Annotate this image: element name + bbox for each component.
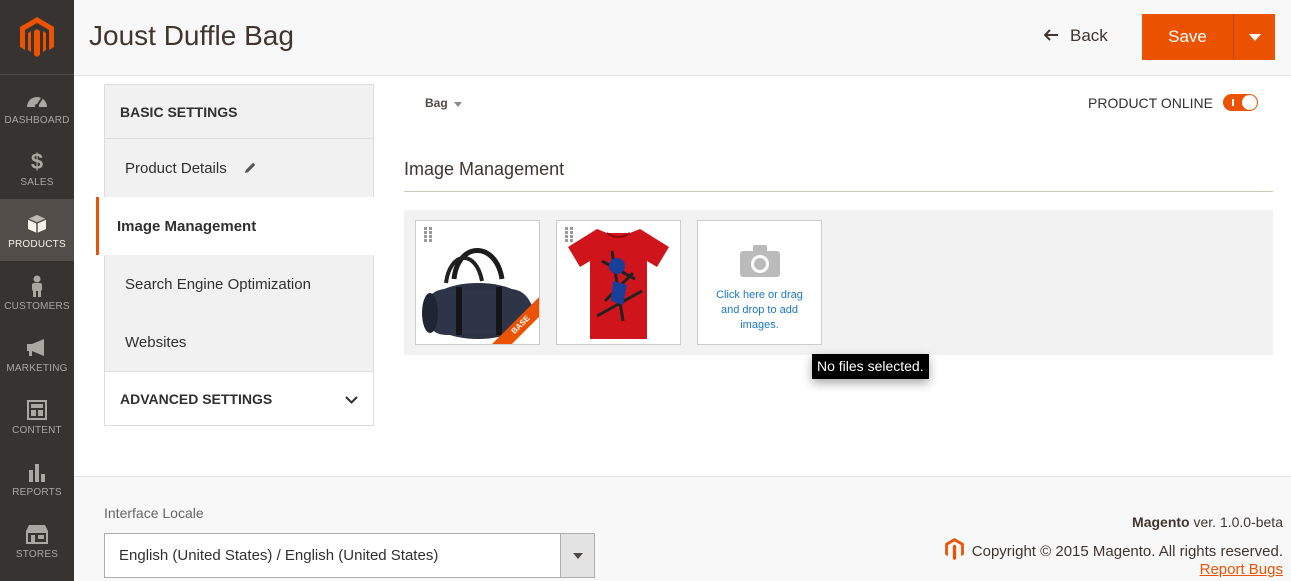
brand-name: Magento	[1132, 514, 1190, 530]
page-footer: Interface Locale English (United States)…	[74, 476, 1291, 581]
page-header: Joust Duffle Bag Back Save	[74, 0, 1291, 76]
chevron-down-icon	[345, 391, 358, 407]
nav-item-sales[interactable]: $ SALES	[0, 137, 74, 199]
advanced-settings-toggle[interactable]: ADVANCED SETTINGS	[104, 371, 374, 426]
dollar-icon: $	[30, 149, 44, 174]
copyright-text: Copyright © 2015 Magento. All rights res…	[971, 542, 1283, 560]
interface-locale-select[interactable]: English (United States) / English (Unite…	[104, 533, 595, 578]
sidebar-item-websites[interactable]: Websites	[105, 313, 373, 371]
tshirt-image	[568, 229, 669, 339]
nav-label: CONTENT	[12, 425, 62, 436]
page-title: Joust Duffle Bag	[89, 20, 294, 51]
layout-icon	[27, 399, 47, 421]
nav-item-content[interactable]: CONTENT	[0, 385, 74, 447]
toggle-on-indicator	[1231, 99, 1234, 106]
arrow-left-icon	[1043, 26, 1058, 46]
attribute-set-select[interactable]: Bag	[425, 96, 462, 110]
sidebar-item-label: Product Details	[125, 159, 227, 177]
nav-label: DASHBOARD	[4, 115, 70, 126]
nav-item-marketing[interactable]: MARKETING	[0, 323, 74, 385]
sidebar-item-label: Image Management	[117, 217, 257, 235]
admin-nav: DASHBOARD $ SALES PRODUCTS CUSTOMERS MAR…	[0, 0, 74, 581]
product-online-label: PRODUCT ONLINE	[1088, 94, 1213, 111]
product-online-toggle[interactable]	[1222, 94, 1258, 111]
advanced-settings-label: ADVANCED SETTINGS	[120, 390, 273, 407]
sidebar-item-label: Search Engine Optimization	[125, 275, 311, 293]
nav-item-customers[interactable]: CUSTOMERS	[0, 261, 74, 323]
back-button[interactable]: Back	[1043, 26, 1108, 46]
product-sections-sidebar: BASIC SETTINGS Product Details Image Man…	[96, 84, 375, 426]
save-button[interactable]: Save	[1142, 14, 1234, 60]
sidebar-item-product-details[interactable]: Product Details	[105, 139, 373, 197]
nav-item-stores[interactable]: STORES	[0, 509, 74, 571]
sidebar-item-image-management[interactable]: Image Management	[96, 197, 375, 255]
file-input-tooltip: No files selected.	[812, 354, 929, 379]
dashboard-icon	[25, 89, 49, 111]
product-online-control: PRODUCT ONLINE	[1088, 94, 1258, 111]
back-button-label: Back	[1070, 26, 1108, 45]
upload-hint: Click here or drag and drop to add image…	[716, 289, 803, 331]
megaphone-icon	[26, 337, 48, 359]
store-icon	[25, 523, 49, 545]
drag-handle-icon[interactable]	[565, 227, 573, 248]
image-gallery: BASE Click here or drag and drop to add …	[404, 210, 1273, 355]
caret-down-icon[interactable]	[560, 534, 594, 577]
product-image-duffle-bag[interactable]: BASE	[415, 220, 540, 345]
magento-logo-icon	[20, 17, 54, 57]
nav-item-reports[interactable]: REPORTS	[0, 447, 74, 509]
box-icon	[27, 213, 47, 235]
nav-label: STORES	[15, 549, 59, 560]
image-upload-dropzone[interactable]: Click here or drag and drop to add image…	[697, 220, 822, 345]
interface-locale-label: Interface Locale	[104, 505, 204, 521]
report-bugs-link[interactable]: Report Bugs	[1200, 561, 1283, 578]
drag-handle-icon[interactable]	[424, 227, 432, 248]
nav-item-dashboard[interactable]: DASHBOARD	[0, 75, 74, 137]
basic-settings-heading: BASIC SETTINGS	[104, 84, 374, 139]
camera-icon	[739, 243, 781, 282]
sidebar-item-seo[interactable]: Search Engine Optimization	[105, 255, 373, 313]
pencil-icon	[243, 161, 257, 175]
nav-label: MARKETING	[6, 363, 68, 374]
version-info: Magento ver. 1.0.0-beta	[1132, 514, 1283, 530]
nav-label: PRODUCTS	[8, 239, 66, 250]
magento-logo[interactable]	[0, 0, 74, 74]
caret-down-icon	[1248, 28, 1261, 46]
nav-label: SALES	[20, 177, 54, 188]
toggle-knob	[1241, 95, 1257, 110]
nav-item-products[interactable]: PRODUCTS	[0, 199, 74, 261]
save-options-toggle[interactable]	[1234, 14, 1275, 60]
nav-label: REPORTS	[12, 487, 62, 498]
attribute-set-value: Bag	[425, 96, 448, 110]
sidebar-item-label: Websites	[125, 333, 187, 351]
magento-logo-small-icon	[944, 538, 964, 564]
person-icon	[30, 275, 44, 297]
product-image-spiderman-tshirt[interactable]	[556, 220, 681, 345]
bar-chart-icon	[27, 461, 47, 483]
interface-locale-value: English (United States) / English (Unite…	[119, 547, 439, 564]
nav-label: CUSTOMERS	[4, 301, 70, 312]
section-title: Image Management	[404, 159, 1273, 192]
version-text: ver. 1.0.0-beta	[1189, 514, 1283, 530]
caret-down-icon	[453, 96, 462, 110]
basic-settings-list: Product Details Image Management Search …	[96, 139, 375, 371]
